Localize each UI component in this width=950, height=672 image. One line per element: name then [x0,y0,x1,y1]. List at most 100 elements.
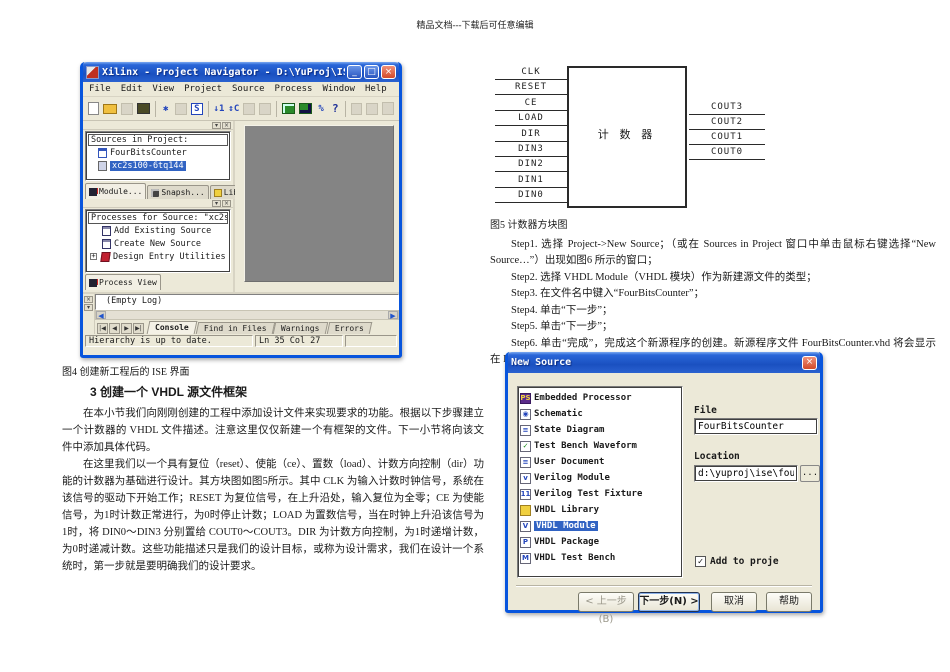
counter-block-diagram: 计 数 器 CLK RESET CE LOAD DIR DIN3 DIN2 DI… [490,62,790,214]
tab-scroll-prev-icon[interactable]: ◀ [109,323,120,334]
maximize-button[interactable]: □ [364,65,379,79]
list-item-test-bench-waveform[interactable]: ✓ Test Bench Waveform [520,438,680,454]
console-log[interactable]: (Empty Log) [95,294,399,310]
signal-din0: DIN0 [495,190,567,203]
check-icon[interactable] [243,102,256,115]
menu-edit[interactable]: Edit [121,84,143,94]
title-bar[interactable]: Xilinx - Project Navigator - D:\YuProj\I… [83,62,399,82]
paste-icon[interactable] [382,102,395,115]
tab-scroll-first-icon[interactable]: |◀ [97,323,108,334]
copy-icon[interactable] [366,102,379,115]
expand-plus-icon[interactable]: + [90,253,97,260]
figure5-caption: 图5 计数器方块图 [490,220,568,231]
browse-button[interactable]: ... [800,465,820,482]
console-hscrollbar[interactable]: ◀ ▶ [95,310,399,320]
counter-box-label: 计 数 器 [597,129,657,141]
menu-file[interactable]: File [89,84,111,94]
cut-icon[interactable] [351,102,363,115]
tab-module-view[interactable]: Module... [85,183,147,199]
list-item-vhdl-module[interactable]: V VHDL Module [520,518,680,534]
menu-source[interactable]: Source [232,84,265,94]
file-name-input[interactable] [694,418,818,435]
list-item-user-document[interactable]: ≡ User Document [520,454,680,470]
implement-icon[interactable] [281,103,295,114]
waveform-icon: ✓ [520,440,531,452]
close-button[interactable]: × [381,65,396,79]
schematic-icon[interactable]: S [190,102,203,115]
list-item-embedded-processor[interactable]: PS Embedded Processor [520,390,680,406]
menu-view[interactable]: View [152,84,174,94]
source-item-fourbitscounter[interactable]: FourBitsCounter [88,146,228,159]
sources-pane-strip: ▾ × [83,121,233,130]
step-1: Step1. 选择 Project->New Source；（或在 Source… [490,238,936,267]
menu-window[interactable]: Window [322,84,355,94]
tab-snapshot-view[interactable]: Snapsh... [147,185,209,199]
scroll-right-icon[interactable]: ▶ [388,311,398,320]
minimize-button[interactable]: _ [347,65,362,79]
next-button[interactable]: 下一步(N) > [638,592,700,612]
tab-warnings[interactable]: Warnings [273,322,329,334]
pane-float-icon[interactable]: ▾ [212,121,221,129]
process-design-entry-utilities[interactable]: + Design Entry Utilities [88,250,228,263]
stop-icon[interactable] [259,102,272,115]
console-tabs: |◀ ◀ ▶ ▶| Console Find in Files Warnings… [95,320,399,334]
new-source-icon[interactable]: ✱ [160,101,172,117]
menu-process[interactable]: Process [275,84,313,94]
scroll-left-icon[interactable]: ◀ [96,311,106,320]
console-pane: × ▾ (Empty Log) ◀ ▶ |◀ ◀ ▶ ▶| Console Fi… [83,292,399,334]
pane-close-icon[interactable]: × [222,199,231,207]
new-file-icon[interactable] [88,102,99,115]
back-button[interactable]: < 上一步(B) [578,592,634,625]
list-item-state-diagram[interactable]: ≡ State Diagram [520,422,680,438]
tab-scroll-next-icon[interactable]: ▶ [121,323,132,334]
pane-close-icon[interactable]: × [222,121,231,129]
utilities-icon [100,251,111,262]
dialog-title-bar[interactable]: New Source × [508,352,820,373]
processes-panel-header: Processes for Source: "xc2s100-... [88,212,228,224]
tab-console[interactable]: Console [146,321,198,334]
tab-process-view[interactable]: Process View [85,274,161,290]
percent-icon[interactable]: % [315,101,327,117]
view-icon[interactable] [298,103,312,114]
checkbox-checked-icon[interactable]: ✓ [695,556,706,567]
step-5: Step5. 单击“下一步”； [511,321,613,332]
help-button[interactable]: 帮助 [766,592,812,612]
snapshot-camera-icon [151,188,160,197]
sort-icon[interactable]: ↓1 [213,101,226,117]
source-type-list[interactable]: PS Embedded Processor ◉ Schematic ≡ State D… [517,386,683,578]
step-3: Step3. 在文件名中键入“FourBitsCounter”； [511,288,705,299]
add-to-project-label: Add to proje [710,556,779,567]
console-float-icon[interactable]: ▾ [84,304,93,311]
pane-float-icon[interactable]: ▾ [212,199,221,207]
project-icon[interactable] [137,103,150,114]
save-icon[interactable] [121,102,133,115]
figure4-caption: 图4 创建新工程后的 ISE 界面 [62,367,190,378]
source-item-device[interactable]: xc2s100-6tq144 [88,159,228,172]
list-item-verilog-module[interactable]: v Verilog Module [520,470,680,486]
list-item-verilog-test-fixture[interactable]: 11 Verilog Test Fixture [520,486,680,502]
source-doc-icon [98,147,107,158]
dialog-close-icon[interactable]: × [802,355,817,370]
list-item-vhdl-library[interactable]: VHDL Library [520,502,680,518]
signal-load: LOAD [495,113,567,126]
tab-find-in-files[interactable]: Find in Files [195,322,275,334]
menu-project[interactable]: Project [184,84,222,94]
device-chip-icon [98,160,107,171]
tab-scroll-last-icon[interactable]: ▶| [133,323,144,334]
edit-icon[interactable] [174,102,187,115]
tab-errors[interactable]: Errors [326,322,373,334]
console-close-icon[interactable]: × [84,296,93,303]
help-icon[interactable]: ? [329,101,341,117]
process-add-existing-source[interactable]: Add Existing Source [88,224,228,237]
list-item-vhdl-test-bench[interactable]: M VHDL Test Bench [520,550,680,566]
refresh-icon[interactable]: ↕C [227,101,240,117]
open-folder-icon[interactable] [103,103,117,114]
library-book-icon [213,188,222,197]
location-input[interactable] [694,465,798,482]
cancel-button[interactable]: 取消 [711,592,757,612]
menu-help[interactable]: Help [365,84,387,94]
add-to-project-row[interactable]: ✓ Add to proje [695,556,779,567]
process-create-new-source[interactable]: Create New Source [88,237,228,250]
list-item-schematic[interactable]: ◉ Schematic [520,406,680,422]
list-item-vhdl-package[interactable]: P VHDL Package [520,534,680,550]
